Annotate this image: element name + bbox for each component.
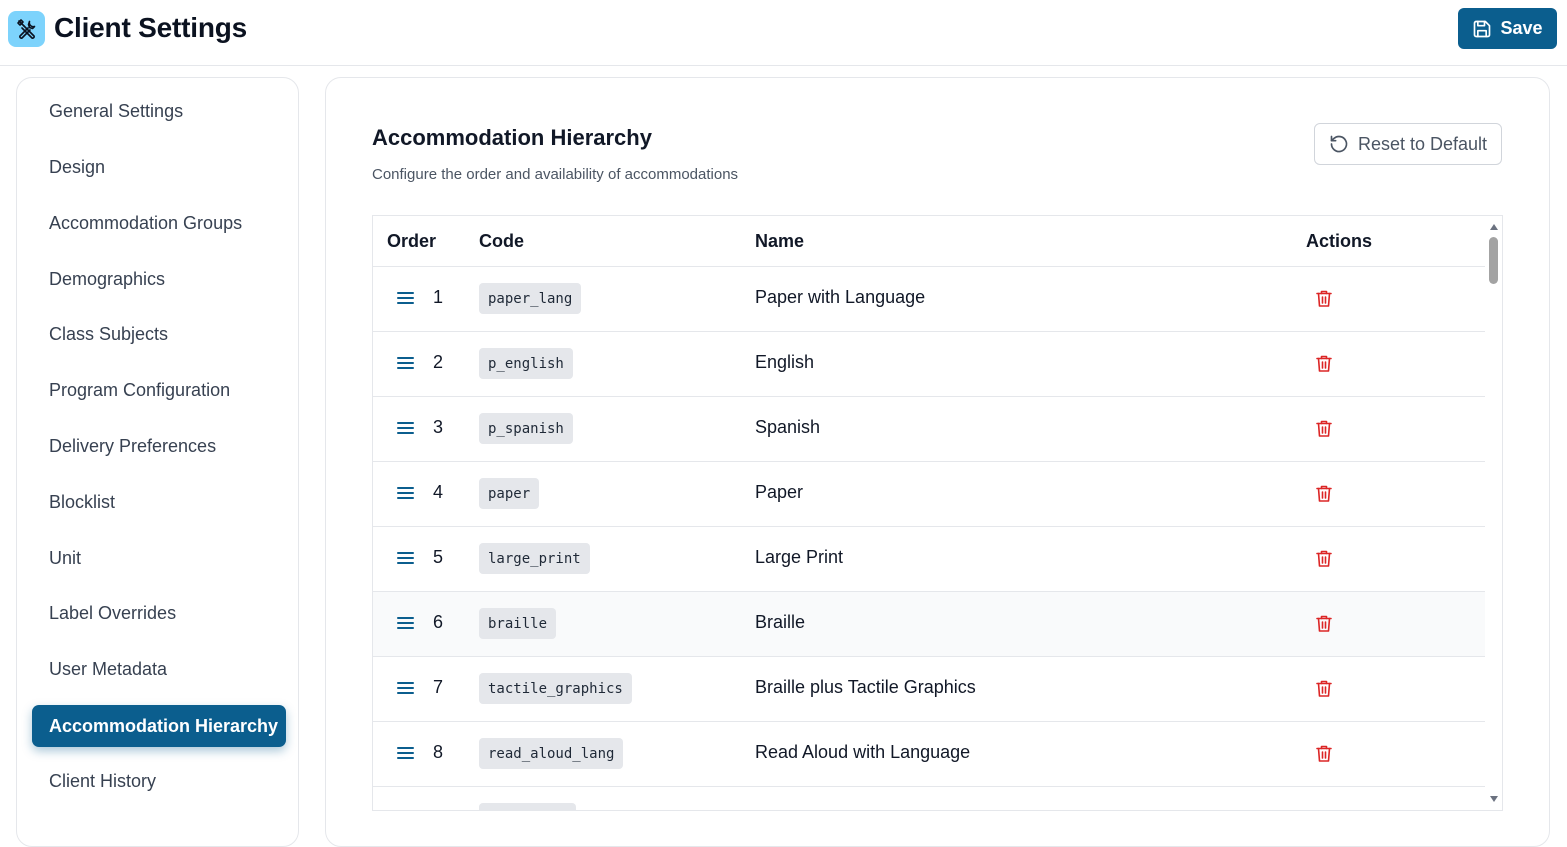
drag-handle-icon[interactable] (397, 290, 414, 306)
column-header-name: Name (755, 231, 805, 251)
order-number: 8 (433, 742, 444, 762)
accommodation-name: Spanish (755, 417, 821, 437)
sidebar-item-blocklist[interactable]: Blocklist (32, 481, 286, 523)
code-badge: read_aloud_lang (479, 738, 624, 769)
trash-icon[interactable] (1315, 614, 1333, 633)
drag-handle-icon[interactable] (397, 550, 414, 566)
sidebar-item-unit[interactable]: Unit (32, 537, 286, 579)
accommodation-name: Paper with Language (755, 287, 926, 307)
scroll-down-arrow-icon[interactable] (1489, 795, 1499, 803)
reset-icon (1330, 135, 1348, 153)
save-button[interactable]: Save (1458, 8, 1557, 49)
tools-icon (8, 11, 45, 47)
reset-label: Reset to Default (1357, 133, 1488, 154)
code-badge-partial (479, 803, 576, 810)
accommodation-name: Read Aloud with Language (755, 742, 971, 762)
reset-to-default-button[interactable]: Reset to Default (1314, 123, 1502, 165)
trash-icon[interactable] (1315, 484, 1333, 503)
sidebar-item-accommodation-hierarchy[interactable]: Accommodation Hierarchy (32, 705, 286, 747)
settings-sidebar: General Settings Design Accommodation Gr… (16, 77, 299, 847)
trash-icon[interactable] (1315, 354, 1333, 373)
accommodation-name: Braille (755, 612, 806, 632)
table-scrollbar[interactable] (1485, 216, 1502, 810)
order-number: 6 (433, 612, 444, 632)
drag-handle-icon[interactable] (397, 420, 414, 436)
code-badge: paper_lang (479, 283, 582, 314)
code-badge: p_spanish (479, 413, 573, 444)
table-row: 4 paper Paper (373, 462, 1485, 527)
trash-icon[interactable] (1315, 549, 1333, 568)
accommodation-name: English (755, 352, 815, 372)
code-badge: large_print (479, 543, 590, 574)
column-header-order: Order (387, 231, 437, 251)
column-header-code: Code (479, 231, 524, 251)
order-number: 3 (433, 417, 444, 437)
sidebar-item-design[interactable]: Design (32, 146, 286, 188)
table-row: 1 paper_lang Paper with Language (373, 267, 1485, 332)
sidebar-item-delivery-preferences[interactable]: Delivery Preferences (32, 425, 286, 467)
table-body: 1 paper_lang Paper with Language 2 p_eng… (373, 267, 1485, 810)
table-row: 2 p_english English (373, 332, 1485, 397)
order-number: 5 (433, 547, 444, 567)
accommodation-name: Braille plus Tactile Graphics (755, 677, 976, 697)
page-title: Client Settings (54, 12, 248, 43)
sidebar-item-label-overrides[interactable]: Label Overrides (32, 592, 286, 634)
code-badge: braille (479, 608, 557, 639)
accommodation-name: Paper (755, 482, 804, 502)
column-header-actions: Actions (1306, 231, 1373, 251)
table-row: 5 large_print Large Print (373, 527, 1485, 592)
save-label: Save (1500, 18, 1543, 38)
drag-handle-icon[interactable] (397, 615, 414, 631)
table-row: 6 braille Braille (373, 592, 1485, 657)
top-header: Client Settings Save (0, 0, 1567, 66)
sidebar-item-client-history[interactable]: Client History (32, 760, 286, 802)
sidebar-item-demographics[interactable]: Demographics (32, 258, 286, 300)
order-number: 4 (433, 482, 444, 502)
drag-handle-icon[interactable] (397, 485, 414, 501)
sidebar-item-accommodation-groups[interactable]: Accommodation Groups (32, 202, 286, 244)
trash-icon[interactable] (1315, 744, 1333, 763)
code-badge: paper (479, 478, 540, 509)
hierarchy-table: Order Code Name Actions 1 paper_lang Pap… (372, 215, 1503, 811)
drag-handle-icon[interactable] (397, 355, 414, 371)
order-number: 1 (433, 287, 444, 307)
sidebar-item-user-metadata[interactable]: User Metadata (32, 648, 286, 690)
accommodation-name: Large Print (755, 547, 844, 567)
save-icon (1474, 20, 1491, 37)
sidebar-item-program-configuration[interactable]: Program Configuration (32, 369, 286, 411)
trash-icon[interactable] (1315, 419, 1333, 438)
table-row-partial (373, 787, 1485, 810)
scroll-up-arrow-icon[interactable] (1489, 223, 1499, 231)
table-row: 7 tactile_graphics Braille plus Tactile … (373, 657, 1485, 722)
sidebar-item-general-settings[interactable]: General Settings (32, 90, 286, 132)
main-panel: Accommodation Hierarchy Configure the or… (325, 77, 1550, 847)
section-subtitle: Configure the order and availability of … (372, 166, 739, 183)
drag-handle-icon[interactable] (397, 680, 414, 696)
code-badge: p_english (479, 348, 573, 379)
scroll-thumb[interactable] (1489, 237, 1498, 284)
code-badge: tactile_graphics (479, 673, 632, 704)
section-title: Accommodation Hierarchy (372, 125, 652, 150)
table-row: 3 p_spanish Spanish (373, 397, 1485, 462)
order-number: 2 (433, 352, 444, 372)
table-row: 8 read_aloud_lang Read Aloud with Langua… (373, 722, 1485, 787)
order-number: 7 (433, 677, 444, 697)
table-header: Order Code Name Actions (373, 216, 1485, 267)
drag-handle-icon[interactable] (397, 745, 414, 761)
trash-icon[interactable] (1315, 289, 1333, 308)
sidebar-item-class-subjects[interactable]: Class Subjects (32, 313, 286, 355)
trash-icon[interactable] (1315, 679, 1333, 698)
